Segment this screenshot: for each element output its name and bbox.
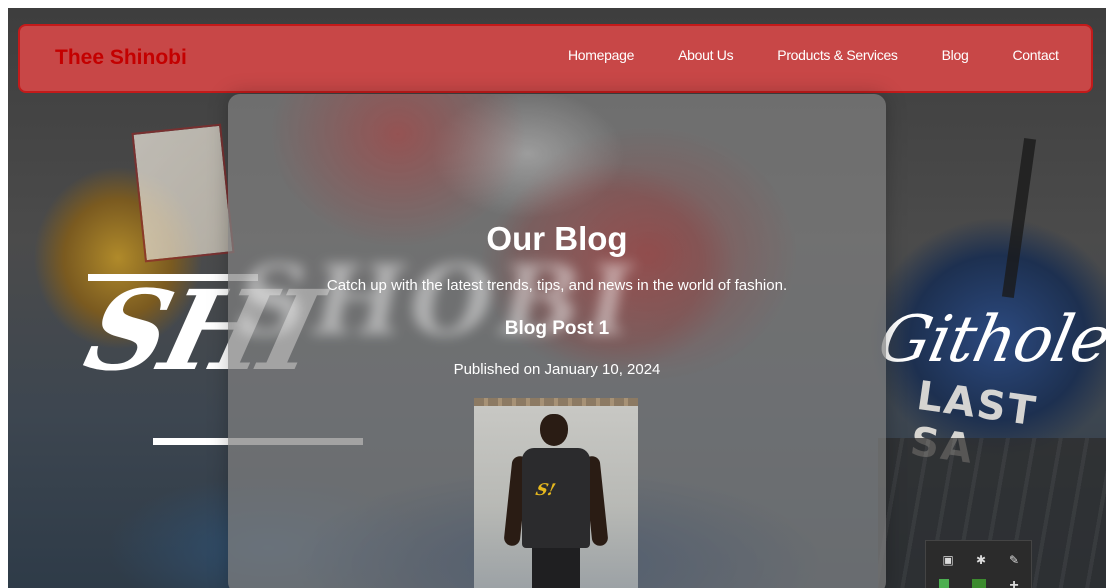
post-image[interactable]: S! (474, 398, 638, 588)
photo-wall (474, 398, 638, 406)
background-script-right: Githole (872, 303, 1106, 377)
bluetooth-icon[interactable]: ✱ (972, 551, 990, 569)
background-card-art (131, 123, 235, 263)
post-date: Published on January 10, 2024 (453, 361, 661, 378)
nav-link-blog[interactable]: Blog (942, 47, 969, 63)
nav-link-homepage[interactable]: Homepage (568, 47, 634, 63)
photo-person-head (540, 414, 568, 446)
post-title[interactable]: Blog Post 1 (228, 318, 886, 340)
page-subtitle: Catch up with the latest trends, tips, a… (326, 277, 788, 294)
background-sword-art (1001, 137, 1037, 299)
add-icon[interactable]: + (1005, 577, 1023, 588)
pen-icon[interactable]: ✎ (1005, 551, 1023, 569)
blurred-background-art: SHOBI (238, 244, 638, 357)
nav-links: Homepage About Us Products & Services Bl… (568, 47, 1059, 63)
blog-panel: SHOBI Our Blog Catch up with the latest … (228, 94, 886, 588)
app-icon[interactable] (939, 579, 949, 588)
nav-link-products-services[interactable]: Products & Services (777, 47, 898, 63)
navbar: Thee Shinobi Homepage About Us Products … (18, 24, 1093, 93)
hero-background: SHI Githole LAST SA Thee Shinobi Homepag… (8, 8, 1106, 588)
photo-person-legs (532, 548, 580, 588)
app-icon[interactable] (972, 579, 986, 588)
system-tray-popup: ▣ ✱ ✎ + (925, 540, 1032, 588)
shirt-print: S! (533, 480, 558, 499)
nav-link-about-us[interactable]: About Us (678, 47, 733, 63)
nav-link-contact[interactable]: Contact (1012, 47, 1058, 63)
brand-logo[interactable]: Thee Shinobi (55, 46, 187, 70)
screen-icon[interactable]: ▣ (939, 551, 957, 569)
page-title: Our Blog (486, 220, 628, 257)
